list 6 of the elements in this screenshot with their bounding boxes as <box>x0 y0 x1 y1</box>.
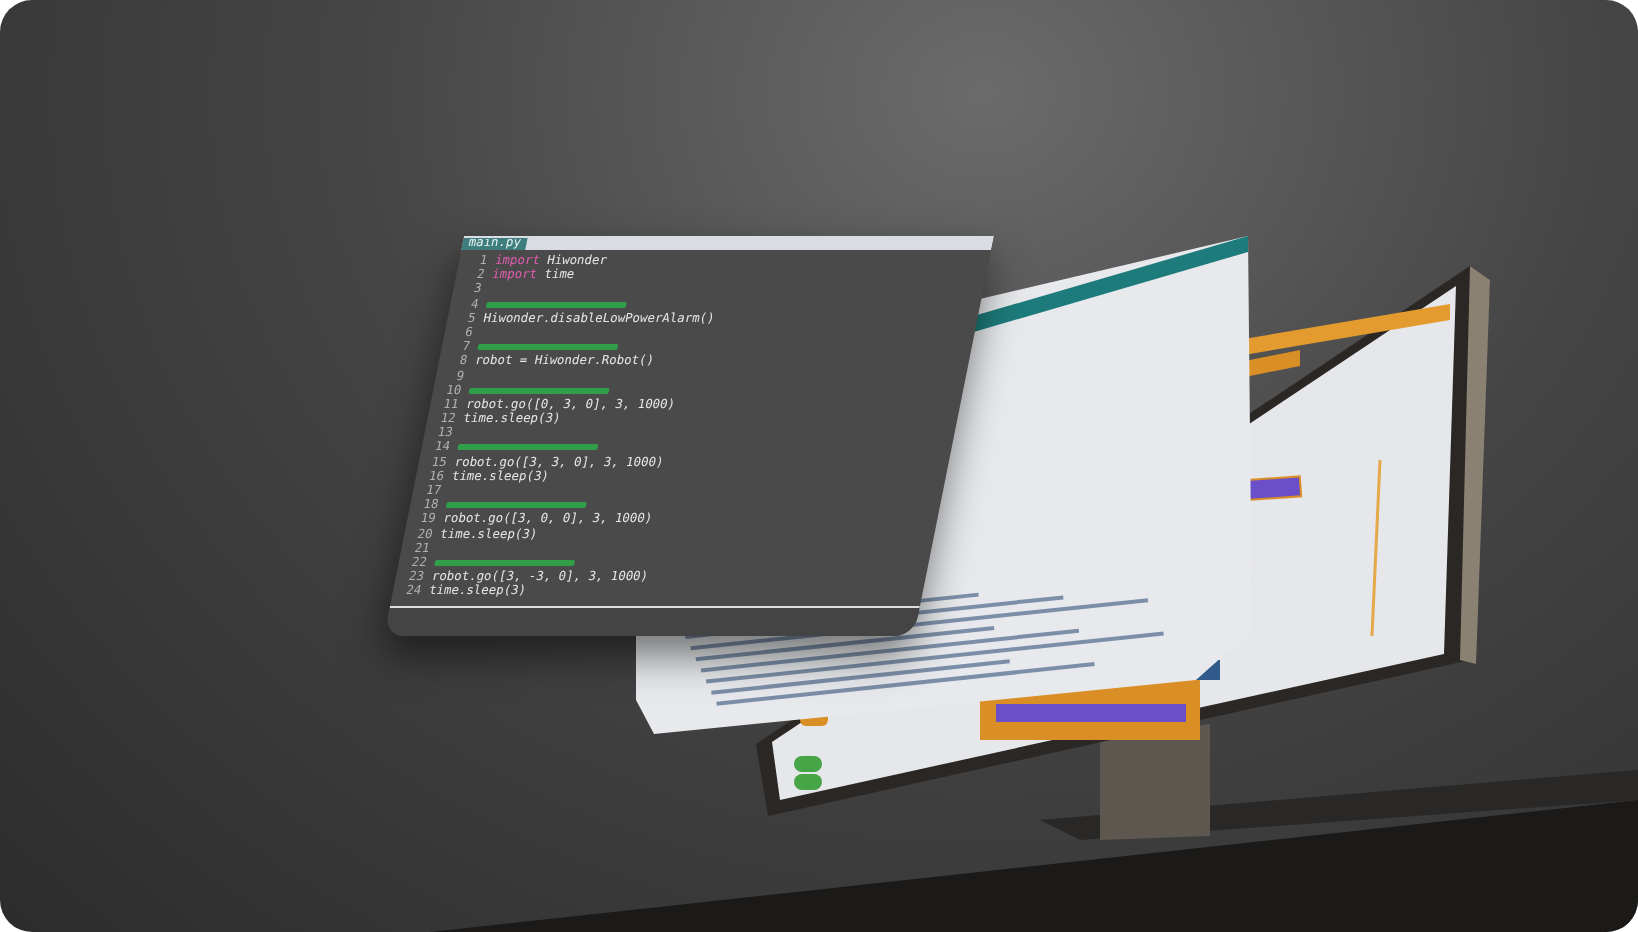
comment-line <box>468 387 610 394</box>
comment-line <box>457 444 599 451</box>
comment-line <box>477 344 619 351</box>
comment-line <box>434 559 576 566</box>
comment-line <box>445 502 587 509</box>
comment-line <box>485 301 627 308</box>
